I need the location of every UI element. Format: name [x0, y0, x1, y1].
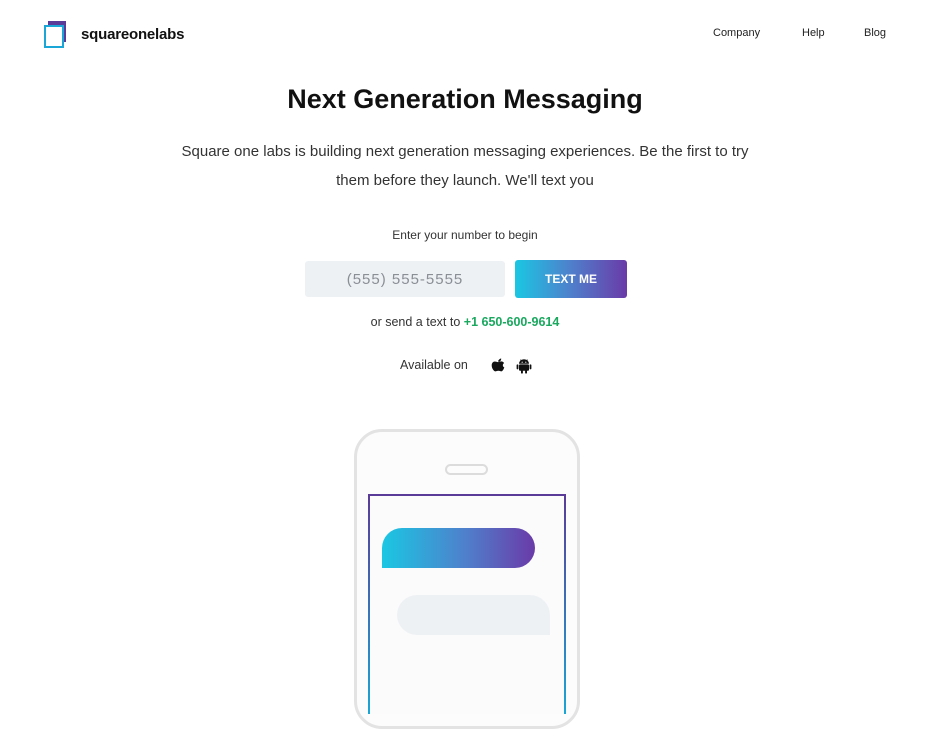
android-icon[interactable] — [516, 357, 532, 375]
alt-contact-prefix: or send a text to — [370, 315, 461, 329]
nav-link-blog[interactable]: Blog — [864, 27, 886, 39]
page-subheading: Square one labs is building next generat… — [181, 143, 749, 189]
phone-speaker — [445, 464, 488, 475]
sent-message-bubble — [382, 528, 535, 568]
received-message-bubble — [397, 595, 550, 635]
text-me-button[interactable]: TEXT ME — [515, 260, 627, 298]
apple-icon[interactable] — [490, 356, 506, 375]
available-on-label: Available on — [400, 358, 468, 372]
phone-prompt-label: Enter your number to begin — [392, 228, 538, 242]
nav-link-help[interactable]: Help — [802, 27, 825, 39]
logo-mark-icon — [44, 21, 67, 48]
alt-contact-line: or send a text to +1 650-600-9614 — [0, 315, 930, 329]
nav-link-company[interactable]: Company — [713, 27, 760, 39]
alt-contact-number[interactable]: +1 650-600-9614 — [464, 315, 560, 329]
logo-mark-front — [44, 25, 64, 48]
logo-text: squareonelabs — [81, 26, 185, 43]
phone-number-input[interactable] — [305, 261, 505, 297]
page-title: Next Generation Messaging — [287, 84, 643, 114]
brand-logo[interactable]: squareonelabs — [44, 21, 184, 48]
